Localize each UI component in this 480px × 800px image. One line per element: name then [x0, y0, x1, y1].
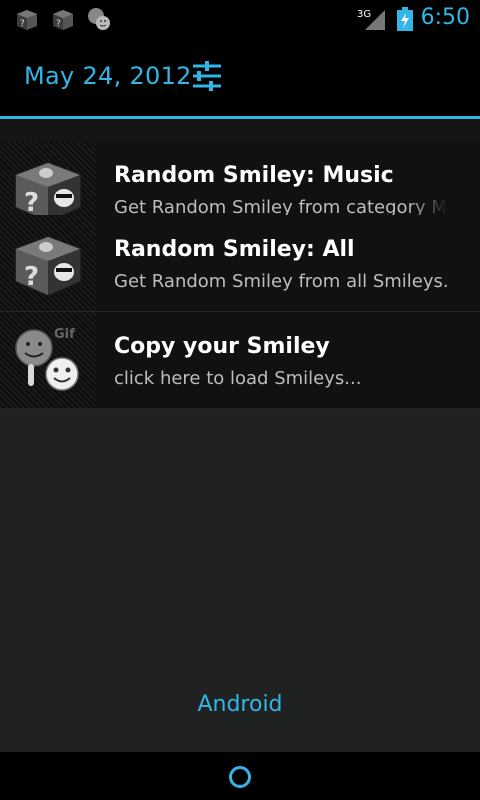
notification-title: Copy your Smiley — [114, 334, 330, 359]
navigation-bar — [0, 752, 480, 800]
quick-settings-icon[interactable] — [190, 59, 224, 93]
smiley-icon — [88, 8, 110, 30]
notification-shade-header: May 24, 2012 — [0, 38, 480, 116]
network-type-label: 3G — [357, 9, 371, 20]
dice-icon: ? — [17, 10, 37, 30]
signal-3g-icon: 3G — [357, 9, 385, 30]
notification-text: Get Random Smiley from all Smileys... — [114, 271, 448, 292]
notification-icon-cell: Gif — [0, 312, 96, 408]
notification-title: Random Smiley: All — [114, 237, 355, 262]
carrier-label: Android — [197, 692, 283, 717]
svg-text:?: ? — [56, 19, 61, 29]
battery-charging-icon — [397, 7, 413, 31]
notification-item[interactable]: Gif Copy your Smiley click here to load … — [0, 312, 480, 409]
dice-icon: ? — [15, 235, 81, 297]
status-bar[interactable]: ? ? 3G 6:50 — [0, 0, 480, 38]
svg-text:?: ? — [24, 262, 39, 292]
clock: 6:50 — [420, 5, 470, 30]
svg-text:Gif: Gif — [54, 327, 75, 342]
list-top-strip — [0, 119, 480, 141]
home-icon[interactable] — [229, 766, 251, 788]
svg-text:?: ? — [24, 188, 39, 218]
notification-icon-cell: ? — [0, 215, 96, 311]
notification-title: Random Smiley: Music — [114, 163, 394, 188]
notification-text: click here to load Smileys... — [114, 368, 362, 389]
date-label: May 24, 2012 — [24, 62, 192, 90]
svg-text:?: ? — [20, 19, 25, 29]
smiley-gif-icon: Gif — [15, 327, 79, 391]
notification-item[interactable]: ? Random Smiley: All Get Random Smiley f… — [0, 215, 480, 312]
dice-icon: ? — [53, 10, 73, 30]
